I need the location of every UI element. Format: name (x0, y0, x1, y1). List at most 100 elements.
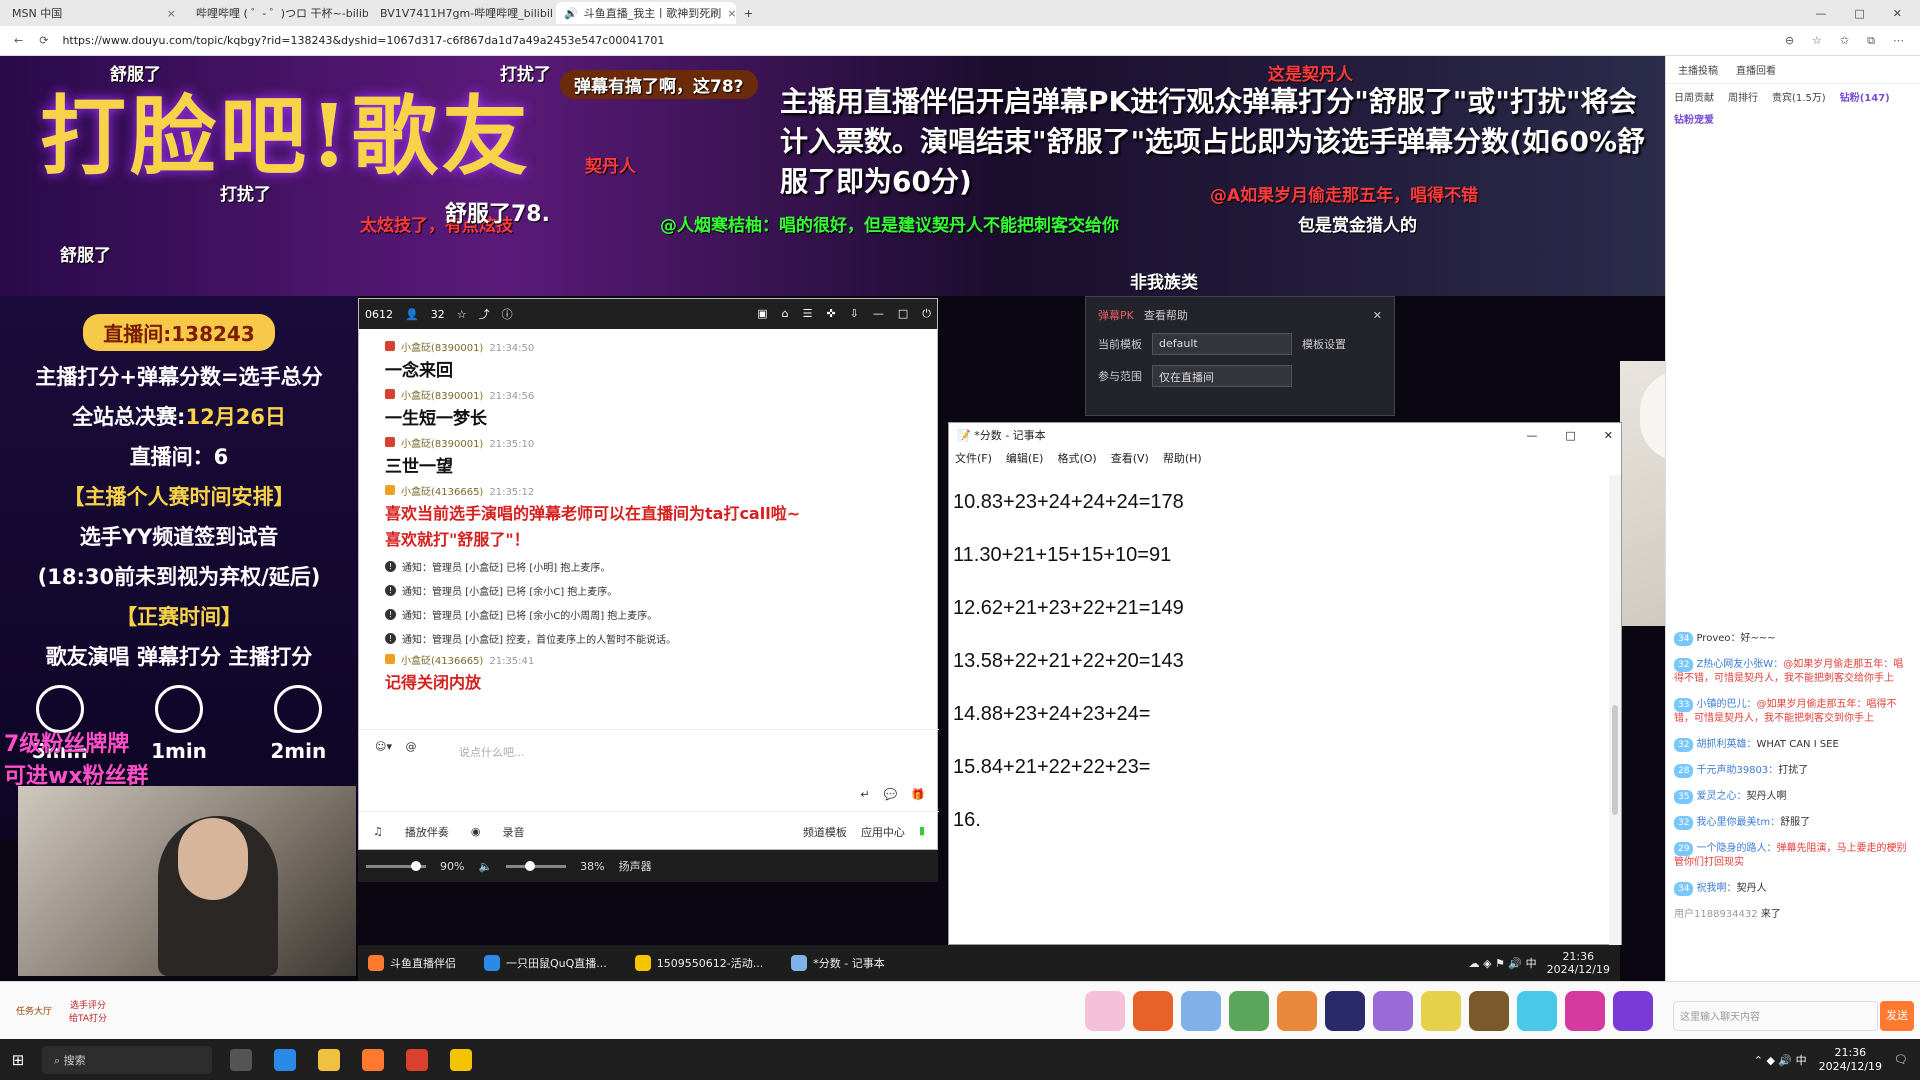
template-settings-link[interactable]: 模板设置 (1302, 336, 1346, 352)
message-user[interactable]: 小盒砭(8390001) (401, 391, 483, 402)
message-user[interactable]: 小盒砭(8390001) (401, 439, 483, 450)
rank-tab[interactable]: 钻粉(147) (1840, 89, 1890, 104)
minimize-icon[interactable]: — (1815, 7, 1826, 20)
maximize-icon[interactable]: □ (1854, 7, 1864, 20)
collections-icon[interactable]: ⧉ (1867, 34, 1875, 48)
tray-icons[interactable]: ⌃ ◆ 🔊 中 (1754, 1052, 1807, 1068)
scroll-thumb[interactable] (1612, 705, 1618, 815)
close-window-icon[interactable]: ✕ (1893, 7, 1902, 20)
task-hall-button[interactable]: 任务大厅 (12, 1004, 56, 1017)
star-icon[interactable]: ☆ (457, 308, 467, 321)
list-icon[interactable]: ☰ (803, 307, 813, 321)
gift-icon[interactable] (1613, 990, 1653, 1031)
tab-host-posts[interactable]: 主播投稿 (1678, 62, 1718, 77)
inner-taskbar-app[interactable]: 斗鱼直播伴侣 (368, 955, 456, 971)
pk-help-link[interactable]: 查看帮助 (1144, 307, 1188, 323)
chat-input-placeholder[interactable]: 说点什么吧... (459, 744, 525, 760)
download-icon[interactable]: ⇩ (850, 307, 859, 321)
notepad-text-area[interactable]: 10.83+23+24+24+24=178 11.30+21+15+15+10=… (949, 475, 1623, 945)
douyu-icon[interactable] (362, 1048, 384, 1071)
home-icon[interactable]: ⌂ (782, 307, 789, 321)
menu-edit[interactable]: 编辑(E) (1006, 450, 1044, 466)
close-icon[interactable]: × (167, 7, 176, 20)
rank-tab[interactable]: 周排行 (1728, 89, 1758, 104)
gift-icon[interactable] (1085, 990, 1125, 1031)
menu-format[interactable]: 格式(O) (1057, 450, 1096, 466)
zoom-icon[interactable]: ⊖ (1785, 34, 1794, 48)
gift-icon[interactable] (1277, 990, 1317, 1031)
inner-taskbar-app[interactable]: *分数 - 记事本 (791, 955, 885, 971)
chat-input-area[interactable]: ☺▾ @ 说点什么吧... ↵ 💬 🎁 (359, 729, 939, 811)
minimize-icon[interactable]: — (873, 307, 884, 321)
slider-knob[interactable] (411, 860, 421, 871)
mention-icon[interactable]: @ (406, 740, 417, 753)
star-icon[interactable]: ☆ (1812, 34, 1822, 48)
accompany-button[interactable]: 播放伴奏 (405, 824, 449, 840)
chat-bubble-icon[interactable]: 💬 (884, 788, 898, 801)
notepad-scrollbar[interactable] (1609, 475, 1621, 945)
gift-icon[interactable] (1229, 990, 1269, 1031)
power-icon[interactable]: ⏻ (922, 307, 931, 321)
inner-taskbar-app[interactable]: 一只田鼠QuQ直播... (484, 955, 607, 971)
app-center-button[interactable]: 应用中心 (861, 824, 905, 840)
info-icon[interactable]: ⓘ (502, 306, 513, 322)
rank-tab[interactable]: 日周贡献 (1674, 89, 1714, 104)
slider-knob[interactable] (525, 860, 536, 871)
new-tab-button[interactable]: + (736, 7, 753, 20)
video-icon[interactable]: ▣ (757, 307, 767, 321)
message-user[interactable]: 小盒砭(8390001) (401, 343, 483, 354)
more-icon[interactable]: ⋯ (1893, 34, 1904, 48)
speaker-icon[interactable]: 🔈 (478, 860, 492, 873)
reload-icon[interactable]: ⟳ (39, 34, 48, 47)
maximize-icon[interactable]: □ (898, 307, 908, 321)
browser-tab-active[interactable]: 🔊 斗鱼直播_我主丨歌神到死刷 × (556, 2, 736, 24)
rate-player-button[interactable]: 选手评分 给TA打分 (66, 998, 110, 1024)
url-field[interactable]: https://www.douyu.com/topic/kqbgy?rid=13… (62, 34, 1768, 47)
rank-tab[interactable]: 贵宾(1.5万) (1772, 89, 1826, 104)
windows-start-icon[interactable]: ⊞ (0, 1051, 36, 1069)
close-icon[interactable]: × (727, 7, 736, 20)
browser-tab[interactable]: MSN 中国 × (4, 2, 184, 24)
send-button[interactable]: 发送 (1880, 1001, 1914, 1031)
emoji-icon[interactable]: ☺▾ (375, 740, 392, 753)
minimize-icon[interactable]: — (1526, 429, 1537, 442)
message-user[interactable]: 小盒砭(4136665) (401, 487, 483, 498)
back-icon[interactable]: ← (14, 34, 23, 47)
gift-icon[interactable] (1517, 990, 1557, 1031)
taskbar-clock[interactable]: 21:36 2024/12/19 (1819, 1046, 1882, 1074)
taskbar-search[interactable]: ⌕ 搜索 (42, 1045, 212, 1074)
edge-icon[interactable] (274, 1048, 296, 1071)
browser-tab[interactable]: BV1V7411H7gm-哔哩哔哩_bilibili× (372, 2, 552, 24)
menu-file[interactable]: 文件(F) (955, 450, 992, 466)
gift-icon[interactable] (1469, 990, 1509, 1031)
enter-icon[interactable]: ↵ (860, 788, 869, 801)
close-icon[interactable]: ✕ (1604, 429, 1613, 442)
notification-icon[interactable]: 🗨 (1894, 1053, 1908, 1066)
folder-icon[interactable] (318, 1048, 340, 1071)
gift-icon[interactable] (1133, 990, 1173, 1031)
sidebar-chat-input[interactable]: 这里输入聊天内容 (1673, 1001, 1878, 1031)
share-icon[interactable]: ⤴ (479, 306, 490, 322)
browser-tab[interactable]: 哔哩哔哩 ( ゜- ゜)つロ 干杯~-bilibi× (188, 2, 368, 24)
close-icon[interactable]: ✕ (1373, 309, 1382, 322)
menu-help[interactable]: 帮助(H) (1163, 450, 1202, 466)
tab-replay[interactable]: 直播回看 (1736, 62, 1776, 77)
music-icon[interactable]: ♫ (373, 825, 383, 838)
task-view-icon[interactable] (230, 1048, 252, 1071)
template-select[interactable]: default (1152, 333, 1292, 355)
gift-icon[interactable] (1181, 990, 1221, 1031)
channel-template-button[interactable]: 频道模板 (803, 824, 847, 840)
gift-icon[interactable] (1325, 990, 1365, 1031)
gift-icon[interactable]: 🎁 (911, 788, 925, 801)
favorites-icon[interactable]: ✩ (1840, 34, 1849, 48)
gamepad-icon[interactable]: ✜ (826, 307, 835, 321)
app-icon[interactable] (406, 1048, 428, 1071)
menu-view[interactable]: 查看(V) (1111, 450, 1149, 466)
scope-select[interactable]: 仅在直播间 (1152, 365, 1292, 387)
record-icon[interactable]: ◉ (471, 825, 481, 838)
mic-volume-slider[interactable] (366, 860, 426, 871)
gift-icon[interactable] (1421, 990, 1461, 1031)
gift-icon[interactable] (1565, 990, 1605, 1031)
gift-icon[interactable] (1373, 990, 1413, 1031)
maximize-icon[interactable]: □ (1565, 429, 1575, 442)
